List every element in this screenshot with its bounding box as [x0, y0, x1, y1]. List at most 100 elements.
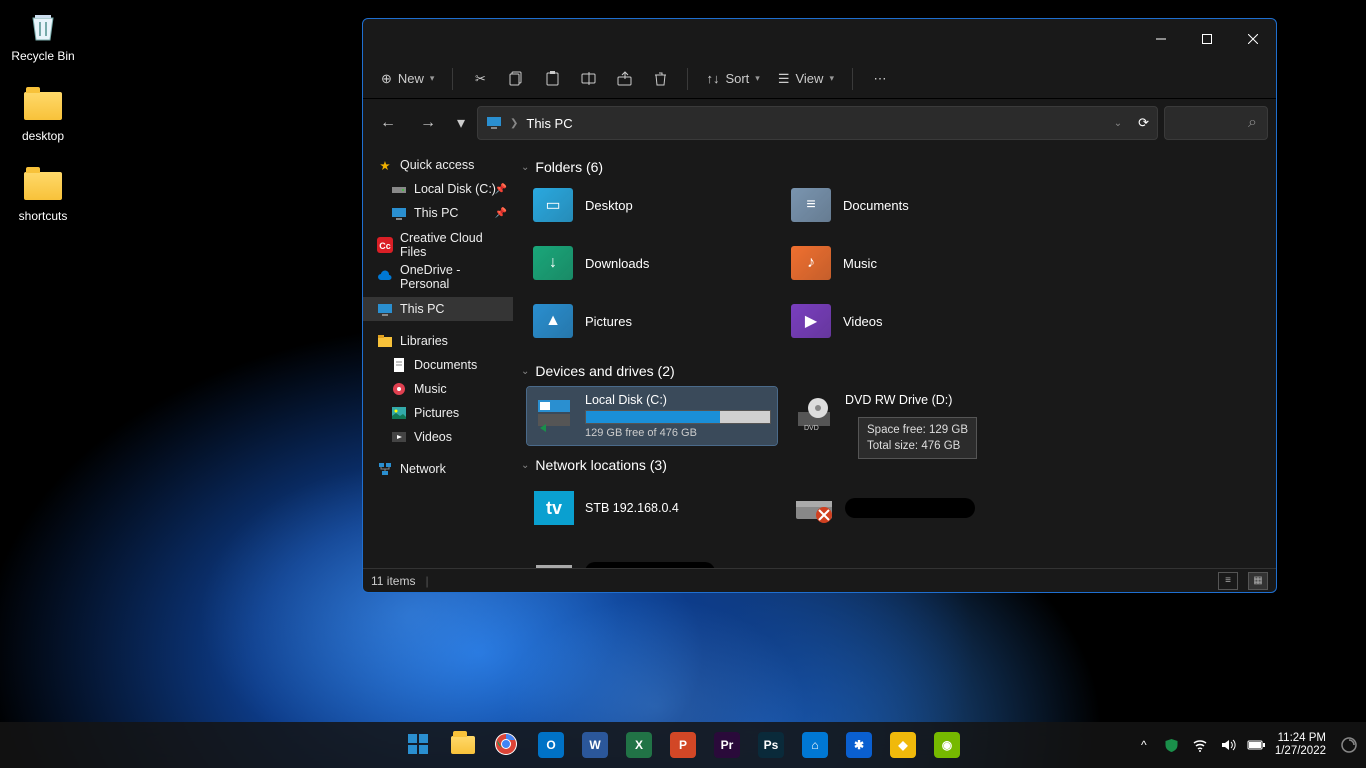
net-icon — [377, 461, 393, 477]
sidebar-item-creative-cloud-files[interactable]: CcCreative Cloud Files — [363, 233, 513, 257]
new-button[interactable]: ⊕ New ▾ — [373, 63, 442, 95]
view-button[interactable]: ☰ View ▾ — [770, 63, 842, 95]
folder-videos[interactable]: ▶Videos — [785, 299, 1035, 343]
paste-button[interactable] — [535, 63, 569, 95]
sidebar-item-music[interactable]: Music — [363, 377, 513, 401]
doc-icon — [391, 357, 407, 373]
redacted-label — [845, 498, 975, 518]
copy-button[interactable] — [499, 63, 533, 95]
taskbar-explorer[interactable] — [443, 725, 483, 765]
vid-icon — [391, 429, 407, 445]
details-view-button[interactable]: ≡ — [1218, 572, 1238, 590]
sidebar-item-libraries[interactable]: Libraries — [363, 329, 513, 353]
clock[interactable]: 11:24 PM 1/27/2022 — [1275, 732, 1326, 758]
sidebar-item-label: This PC — [400, 302, 444, 316]
taskbar-photoshop[interactable]: Ps — [751, 725, 791, 765]
folder-desktop[interactable]: ▭Desktop — [527, 183, 777, 227]
sidebar-item-documents[interactable]: Documents — [363, 353, 513, 377]
titlebar[interactable] — [363, 19, 1276, 59]
folder-music[interactable]: ♪Music — [785, 241, 1035, 285]
sidebar-item-label: Videos — [414, 430, 452, 444]
more-button[interactable]: ⋯ — [863, 63, 897, 95]
forward-button[interactable]: → — [411, 106, 445, 140]
sort-icon: ↑↓ — [706, 71, 719, 86]
folder-label: Desktop — [585, 198, 633, 213]
tray-overflow-button[interactable]: ^ — [1135, 736, 1153, 754]
sidebar-item-network[interactable]: Network — [363, 457, 513, 481]
shortcuts-folder-icon[interactable]: shortcuts — [5, 165, 81, 223]
drives-group-header[interactable]: ⌄ Devices and drives (2) — [521, 363, 1266, 379]
taskbar-premiere[interactable]: Pr — [707, 725, 747, 765]
taskbar-powerpoint[interactable]: P — [663, 725, 703, 765]
share-button[interactable] — [607, 63, 641, 95]
cut-button[interactable]: ✂ — [463, 63, 497, 95]
refresh-button[interactable]: ⟳ — [1138, 115, 1149, 131]
drive-label: DVD RW Drive (D:) — [845, 393, 1031, 407]
breadcrumb[interactable]: This PC — [526, 116, 572, 131]
redacted-label — [585, 562, 715, 568]
back-button[interactable]: ← — [371, 106, 405, 140]
music-icon — [391, 381, 407, 397]
network-location-2[interactable] — [527, 545, 777, 568]
thumbnails-view-button[interactable]: ▦ — [1248, 572, 1268, 590]
folder-pictures[interactable]: ▲Pictures — [527, 299, 777, 343]
folder-downloads[interactable]: ↓ Downloads — [527, 241, 777, 285]
taskbar-start[interactable] — [399, 725, 439, 765]
maximize-button[interactable] — [1184, 19, 1230, 59]
taskbar-store[interactable]: ⌂ — [795, 725, 835, 765]
taskbar: OWXPPrPs⌂✱◆◉ ^ 11:24 PM 1/27/2022 — [0, 722, 1366, 768]
folder-label: Downloads — [585, 256, 649, 271]
chevron-down-icon: ▾ — [430, 73, 435, 84]
search-input[interactable]: ⌕ — [1164, 106, 1268, 140]
taskbar-word[interactable]: W — [575, 725, 615, 765]
taskbar-outlook[interactable]: O — [531, 725, 571, 765]
sidebar-item-label: Local Disk (C:) — [414, 182, 496, 196]
address-dropdown-icon[interactable]: ⌄ — [1114, 118, 1122, 129]
drive-icon — [533, 393, 575, 435]
network-location-0[interactable]: tvSTB 192.168.0.4 — [527, 481, 777, 535]
volume-icon[interactable] — [1219, 736, 1237, 754]
status-bar: 11 items | ≡ ▦ — [363, 568, 1276, 592]
recent-dropdown[interactable]: ▾ — [451, 106, 471, 140]
address-bar[interactable]: ❯ This PC ⌄ ⟳ — [477, 106, 1158, 140]
security-icon[interactable] — [1163, 736, 1181, 754]
taskbar-nvidia[interactable]: ◉ — [927, 725, 967, 765]
notifications-button[interactable] — [1340, 736, 1358, 754]
battery-icon[interactable] — [1247, 736, 1265, 754]
recycle-bin-icon[interactable]: Recycle Bin — [5, 5, 81, 63]
drive-local-disk-c-[interactable]: Local Disk (C:)129 GB free of 476 GB — [527, 387, 777, 445]
network-location-1[interactable] — [787, 481, 1037, 535]
folders-group-header[interactable]: ⌄ Folders (6) — [521, 159, 1266, 175]
taskbar-excel[interactable]: X — [619, 725, 659, 765]
taskbar-binance[interactable]: ◆ — [883, 725, 923, 765]
sidebar-item-this-pc[interactable]: This PC — [363, 297, 513, 321]
network-group-header[interactable]: ⌄ Network locations (3) — [521, 457, 1266, 473]
pic-icon — [391, 405, 407, 421]
sidebar-item-onedrive-personal[interactable]: OneDrive - Personal — [363, 265, 513, 289]
network-icon — [793, 487, 835, 529]
sidebar-item-quick-access[interactable]: ★Quick access — [363, 153, 513, 177]
folder-icon: ▲ — [533, 304, 573, 338]
folder-documents[interactable]: ≡Documents — [785, 183, 1035, 227]
scissors-icon: ✂ — [475, 71, 486, 87]
sort-button[interactable]: ↑↓ Sort ▾ — [698, 63, 767, 95]
close-button[interactable] — [1230, 19, 1276, 59]
rename-button[interactable] — [571, 63, 605, 95]
folder-label: Documents — [843, 198, 909, 213]
delete-button[interactable] — [643, 63, 677, 95]
folder-icon: ↓ — [533, 246, 573, 280]
nav-bar: ← → ▾ ❯ This PC ⌄ ⟳ ⌕ — [363, 99, 1276, 147]
taskbar-chrome[interactable] — [487, 725, 527, 765]
search-icon: ⌕ — [1248, 114, 1257, 132]
sidebar-item-videos[interactable]: Videos — [363, 425, 513, 449]
sidebar-item-this-pc[interactable]: This PC📌 — [363, 201, 513, 225]
shortcuts-folder-label: shortcuts — [19, 209, 68, 223]
sidebar-item-pictures[interactable]: Pictures — [363, 401, 513, 425]
wifi-icon[interactable] — [1191, 736, 1209, 754]
minimize-button[interactable] — [1138, 19, 1184, 59]
desktop-folder-icon[interactable]: desktop — [5, 85, 81, 143]
network-icon — [533, 551, 575, 568]
sidebar-item-local-disk-c-[interactable]: Local Disk (C:)📌 — [363, 177, 513, 201]
taskbar-bluetooth[interactable]: ✱ — [839, 725, 879, 765]
pin-icon: 📌 — [495, 184, 507, 195]
